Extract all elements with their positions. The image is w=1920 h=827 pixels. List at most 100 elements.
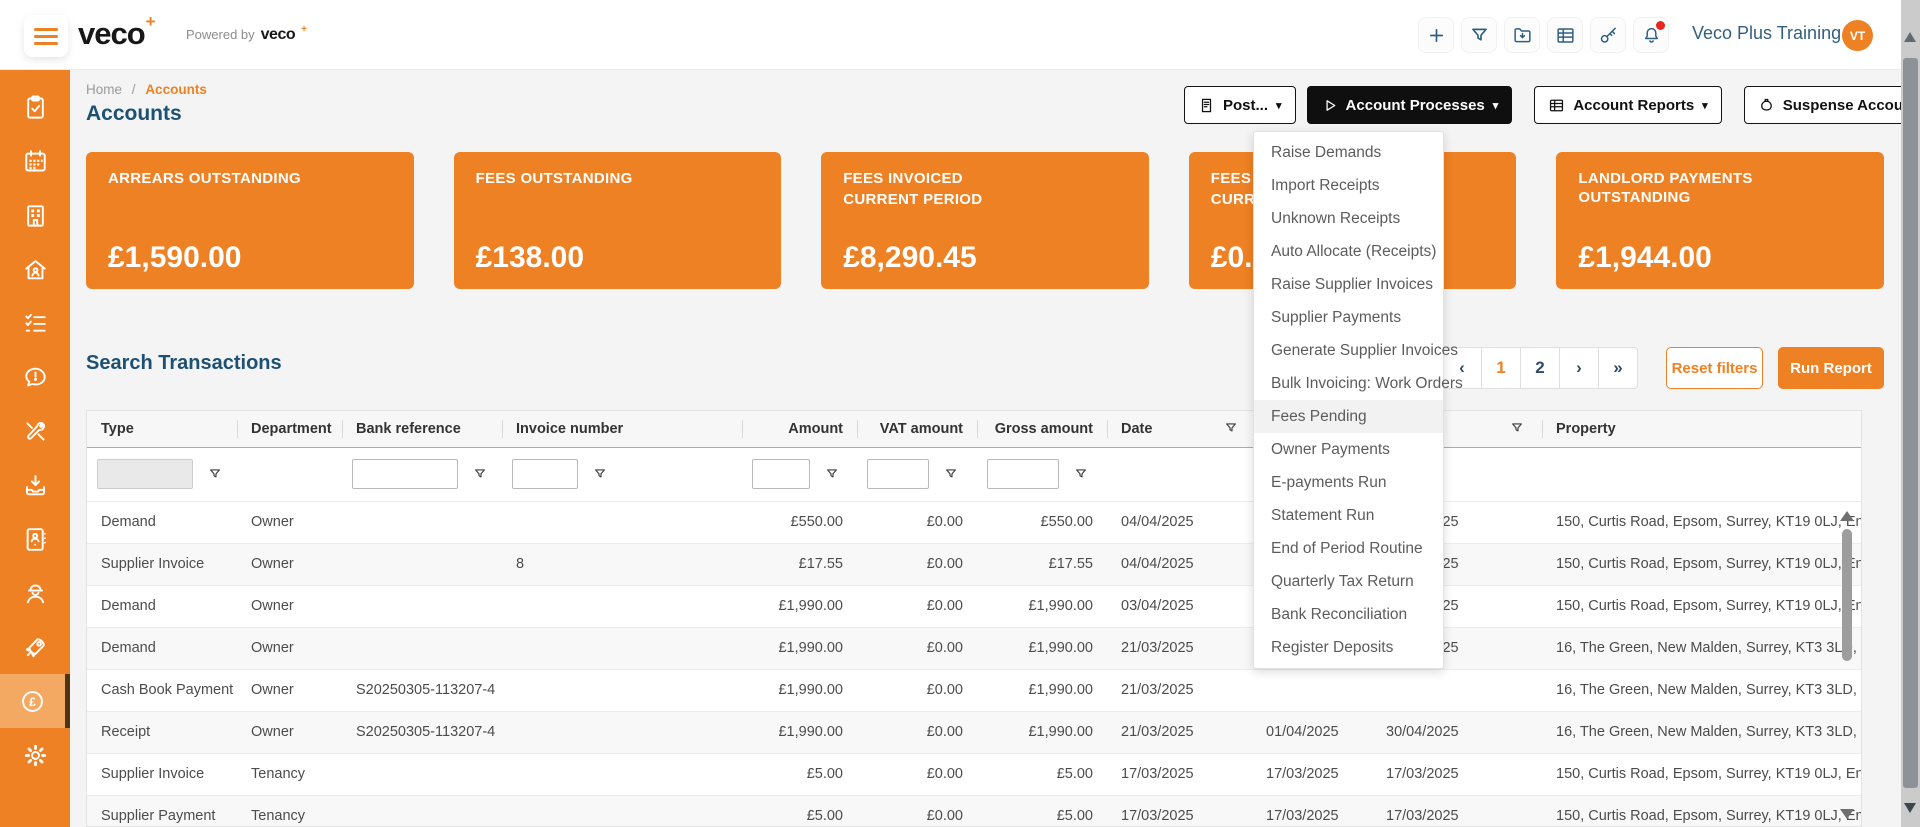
menu-item-owner-payments[interactable]: Owner Payments <box>1254 433 1443 466</box>
table-scroll-down-arrow[interactable] <box>1840 809 1854 819</box>
table-row[interactable]: Cash Book PaymentOwnerS20250305-113207-4… <box>87 669 1862 711</box>
kpi-card-1[interactable]: FEES OUTSTANDING£138.00 <box>454 152 782 289</box>
kpi-card-2[interactable]: FEES INVOICEDCURRENT PERIOD£8,290.45 <box>821 152 1149 289</box>
col-amount[interactable]: Amount <box>742 411 857 447</box>
col-invoice-number[interactable]: Invoice number <box>502 411 742 447</box>
col-gross-amount[interactable]: Gross amount <box>977 411 1107 447</box>
permissions-button[interactable] <box>1590 17 1626 53</box>
amount-funnel-icon[interactable] <box>825 467 839 481</box>
add-button[interactable] <box>1418 17 1454 53</box>
cell <box>502 795 742 827</box>
type-funnel-icon[interactable] <box>208 467 222 481</box>
date-filter-funnel-icon[interactable] <box>1224 421 1238 435</box>
col-date[interactable]: Date <box>1107 411 1252 447</box>
col-type[interactable]: Type <box>87 411 237 447</box>
menu-item-supplier-payments[interactable]: Supplier Payments <box>1254 301 1443 334</box>
account-name[interactable]: Veco Plus Training <box>1692 23 1841 44</box>
sidebar-item-maintenance[interactable] <box>0 404 70 458</box>
sidebar-item-downloads[interactable] <box>0 458 70 512</box>
notifications-button[interactable] <box>1633 17 1669 53</box>
col-department[interactable]: Department <box>237 411 342 447</box>
account-reports-button[interactable]: Account Reports▾ <box>1534 86 1721 124</box>
filter-input-amount[interactable] <box>752 459 810 489</box>
page-button-1[interactable]: 1 <box>1481 347 1521 389</box>
menu-item-raise-demands[interactable]: Raise Demands <box>1254 136 1443 169</box>
period-filter-funnel-icon[interactable] <box>1510 421 1524 435</box>
sidebar-item-properties[interactable] <box>0 188 70 242</box>
scrollbar-thumb[interactable] <box>1903 58 1918 788</box>
menu-toggle-icon[interactable] <box>24 15 68 57</box>
filter-input-gross-amount[interactable] <box>987 459 1059 489</box>
money-bag-icon <box>1758 97 1775 114</box>
run-report-button[interactable]: Run Report <box>1778 347 1884 389</box>
menu-item-auto-allocate-receipts-[interactable]: Auto Allocate (Receipts) <box>1254 235 1443 268</box>
tasks-clipboard-icon <box>22 94 49 121</box>
cell: £1,990.00 <box>977 711 1107 753</box>
menu-item-fees-pending[interactable]: Fees Pending <box>1254 400 1443 433</box>
table-scrollbar-thumb[interactable] <box>1842 529 1852 661</box>
scroll-down-arrow[interactable] <box>1904 803 1916 813</box>
menu-item-raise-supplier-invoices[interactable]: Raise Supplier Invoices <box>1254 268 1443 301</box>
scroll-up-arrow[interactable] <box>1904 32 1916 42</box>
col-bank-reference[interactable]: Bank reference <box>342 411 502 447</box>
window-scrollbar <box>1901 0 1920 827</box>
col-vat-amount[interactable]: VAT amount <box>857 411 977 447</box>
account-processes-button[interactable]: Account Processes▾ <box>1307 86 1513 124</box>
sidebar-item-tasks[interactable] <box>0 80 70 134</box>
table-view-button[interactable] <box>1547 17 1583 53</box>
sidebar-item-calendar[interactable] <box>0 134 70 188</box>
bank-reference-funnel-icon[interactable] <box>473 467 487 481</box>
menu-item-e-payments-run[interactable]: E-payments Run <box>1254 466 1443 499</box>
menu-item-quarterly-tax-return[interactable]: Quarterly Tax Return <box>1254 565 1443 598</box>
svg-text:£: £ <box>29 694 36 708</box>
menu-item-bulk-invoicing-work-orders[interactable]: Bulk Invoicing: Work Orders <box>1254 367 1443 400</box>
sidebar-item-messages[interactable] <box>0 350 70 404</box>
menu-item-unknown-receipts[interactable]: Unknown Receipts <box>1254 202 1443 235</box>
sidebar-item-lettings[interactable] <box>0 242 70 296</box>
table-row[interactable]: Supplier PaymentTenancy£5.00£0.00£5.0017… <box>87 795 1862 827</box>
import-button[interactable] <box>1504 17 1540 53</box>
kpi-card-0[interactable]: ARREARS OUTSTANDING£1,590.00 <box>86 152 414 289</box>
sidebar-item-contacts[interactable] <box>0 512 70 566</box>
suspense-accounts-button[interactable]: Suspense Accounts <box>1744 86 1920 124</box>
sidebar-item-staff[interactable] <box>0 566 70 620</box>
sidebar-item-settings[interactable] <box>0 728 70 782</box>
gross-amount-funnel-icon[interactable] <box>1074 467 1088 481</box>
filter-button[interactable] <box>1461 17 1497 53</box>
col-property[interactable]: Property <box>1542 411 1862 447</box>
menu-item-statement-run[interactable]: Statement Run <box>1254 499 1443 532</box>
cell: £0.00 <box>857 753 977 795</box>
menu-item-bank-reconciliation[interactable]: Bank Reconciliation <box>1254 598 1443 631</box>
table-row[interactable]: Supplier InvoiceOwner8£17.55£0.00£17.550… <box>87 543 1862 585</box>
table-row[interactable]: Supplier InvoiceTenancy£5.00£0.00£5.0017… <box>87 753 1862 795</box>
table-row[interactable]: DemandOwner£1,990.00£0.00£1,990.0021/03/… <box>87 627 1862 669</box>
sidebar-item-accounts[interactable]: £ <box>0 674 70 728</box>
page-button-2[interactable]: 2 <box>1520 347 1560 389</box>
avatar[interactable]: VT <box>1842 20 1873 51</box>
cell: 17/03/2025 <box>1372 753 1542 795</box>
menu-item-register-deposits[interactable]: Register Deposits <box>1254 631 1443 664</box>
vat-amount-funnel-icon[interactable] <box>944 467 958 481</box>
menu-item-end-of-period-routine[interactable]: End of Period Routine <box>1254 532 1443 565</box>
sidebar-item-launch[interactable] <box>0 620 70 674</box>
breadcrumb-home[interactable]: Home <box>86 82 122 97</box>
kpi-card-4[interactable]: LANDLORD PAYMENTS OUTSTANDING£1,944.00 <box>1556 152 1884 289</box>
filter-input-vat-amount[interactable] <box>867 459 929 489</box>
page-button-›[interactable]: › <box>1559 347 1599 389</box>
filter-input-invoice-number[interactable] <box>512 459 578 489</box>
reset-filters-button[interactable]: Reset filters <box>1666 347 1763 389</box>
cell: £0.00 <box>857 585 977 627</box>
table-row[interactable]: DemandOwner£1,990.00£0.00£1,990.0003/04/… <box>87 585 1862 627</box>
invoice-number-funnel-icon[interactable] <box>593 467 607 481</box>
cell: £1,990.00 <box>742 669 857 711</box>
filter-input-type[interactable] <box>97 459 193 489</box>
menu-item-generate-supplier-invoices[interactable]: Generate Supplier Invoices <box>1254 334 1443 367</box>
menu-item-import-receipts[interactable]: Import Receipts <box>1254 169 1443 202</box>
post-button[interactable]: Post...▾ <box>1184 86 1296 124</box>
table-row[interactable]: ReceiptOwnerS20250305-113207-4£1,990.00£… <box>87 711 1862 753</box>
filter-input-bank-reference[interactable] <box>352 459 458 489</box>
table-row[interactable]: DemandOwner£550.00£0.00£550.0004/04/2025… <box>87 501 1862 543</box>
sidebar-item-worklist[interactable] <box>0 296 70 350</box>
page-button-»[interactable]: » <box>1598 347 1638 389</box>
table-scroll-up-arrow[interactable] <box>1840 511 1854 521</box>
